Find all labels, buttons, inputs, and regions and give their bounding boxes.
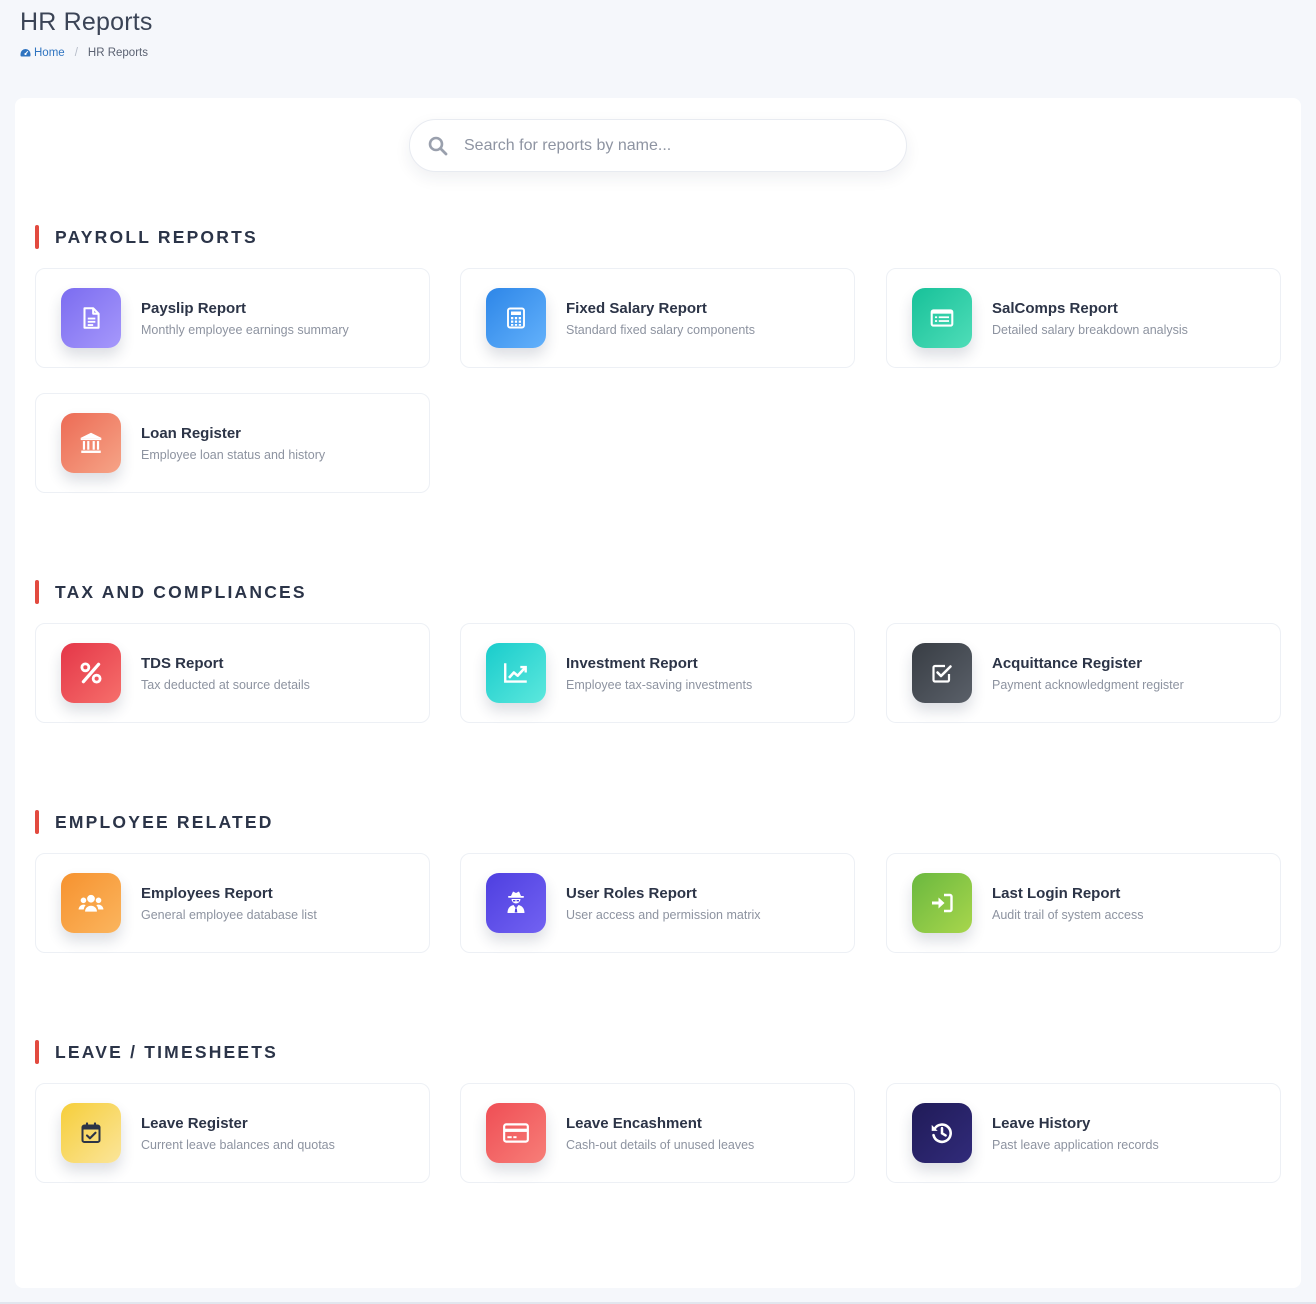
history-icon: [912, 1103, 972, 1163]
card-title: Payslip Report: [141, 299, 247, 317]
card-description: Detailed salary breakdown analysis: [992, 322, 1188, 337]
check-square-icon: [912, 643, 972, 703]
dashboard-icon: [20, 49, 31, 57]
card-text: TDS Report Tax deducted at source details: [141, 655, 310, 692]
page-header: HR Reports Home / HR Reports: [20, 8, 153, 59]
report-card-leave-register[interactable]: Leave Register Current leave balances and…: [35, 1083, 430, 1183]
section-leave-timesheets: LEAVE / TIMESHEETS Leave Register Current …: [35, 1040, 1281, 1183]
card-title: Investment Report: [566, 654, 698, 672]
search-input[interactable]: [464, 136, 864, 155]
card-title: Leave Register: [141, 1114, 248, 1132]
section-title: EMPLOYEE RELATED: [55, 811, 274, 832]
report-card-loan-register[interactable]: Loan Register Employee loan status and hi…: [35, 393, 430, 493]
card-description: Audit trail of system access: [992, 907, 1144, 922]
card-title: SalComps Report: [992, 299, 1118, 317]
report-card-leave-history[interactable]: Leave History Past leave application reco…: [886, 1083, 1281, 1183]
card-text: Last Login Report Audit trail of system a…: [992, 885, 1143, 922]
card-title: Last Login Report: [992, 884, 1121, 902]
card-description: Tax deducted at source details: [141, 677, 310, 692]
section-header: PAYROLL REPORTS: [35, 225, 1281, 249]
card-title: Leave History: [992, 1114, 1091, 1132]
chart-line-icon: [486, 643, 546, 703]
card-title: User Roles Report: [566, 884, 697, 902]
credit-card-icon: [486, 1103, 546, 1163]
user-secret-icon: [486, 873, 546, 933]
card-description: Cash-out details of unused leaves: [566, 1137, 755, 1152]
card-title: Acquittance Register: [992, 654, 1143, 672]
report-card-user-roles-report[interactable]: User Roles Report User access and permiss…: [460, 853, 855, 953]
section-payroll-reports: PAYROLL REPORTS Payslip Report Monthly emp…: [35, 225, 1281, 493]
card-text: User Roles Report User access and permiss…: [566, 885, 761, 922]
breadcrumb-home-link[interactable]: Home: [20, 47, 65, 59]
card-description: Past leave application records: [992, 1137, 1159, 1152]
search-icon: [428, 136, 448, 156]
section-header: LEAVE / TIMESHEETS: [35, 1040, 1281, 1064]
reports-panel: PAYROLL REPORTS Payslip Report Monthly emp…: [15, 98, 1301, 1288]
card-text: Leave Register Current leave balances and…: [141, 1115, 335, 1152]
report-card-salcomps-report[interactable]: SalComps Report Detailed salary breakdown…: [886, 268, 1281, 368]
section-title: PAYROLL REPORTS: [55, 226, 258, 247]
card-text: Leave Encashment Cash-out details of unus…: [566, 1115, 754, 1152]
section-employee-related: EMPLOYEE RELATED Employees Report General …: [35, 810, 1281, 953]
section-accent-bar: [35, 225, 39, 249]
section-title: LEAVE / TIMESHEETS: [55, 1041, 279, 1062]
card-text: Leave History Past leave application reco…: [992, 1115, 1159, 1152]
card-description: Employee loan status and history: [141, 447, 326, 462]
calculator-icon: [486, 288, 546, 348]
report-card-fixed-salary-report[interactable]: Fixed Salary Report Standard fixed salary…: [460, 268, 855, 368]
card-text: Acquittance Register Payment acknowledgme…: [992, 655, 1184, 692]
card-description: Standard fixed salary components: [566, 322, 755, 337]
breadcrumb: Home / HR Reports: [20, 47, 153, 59]
card-title: Employees Report: [141, 884, 273, 902]
report-card-payslip-report[interactable]: Payslip Report Monthly employee earnings …: [35, 268, 430, 368]
report-card-leave-encashment[interactable]: Leave Encashment Cash-out details of unus…: [460, 1083, 855, 1183]
report-card-investment-report[interactable]: Investment Report Employee tax-saving inv…: [460, 623, 855, 723]
calendar-check-icon: [61, 1103, 121, 1163]
file-icon: [61, 288, 121, 348]
card-description: Monthly employee earnings summary: [141, 322, 349, 337]
card-description: Payment acknowledgment register: [992, 677, 1184, 692]
bank-icon: [61, 413, 121, 473]
section-accent-bar: [35, 580, 39, 604]
card-title: TDS Report: [141, 654, 224, 672]
card-text: SalComps Report Detailed salary breakdown…: [992, 300, 1188, 337]
card-description: Employee tax-saving investments: [566, 677, 753, 692]
card-text: Fixed Salary Report Standard fixed salary…: [566, 300, 755, 337]
report-card-acquittance-register[interactable]: Acquittance Register Payment acknowledgme…: [886, 623, 1281, 723]
report-card-employees-report[interactable]: Employees Report General employee databas…: [35, 853, 430, 953]
card-text: Payslip Report Monthly employee earnings …: [141, 300, 349, 337]
card-description: Current leave balances and quotas: [141, 1137, 335, 1152]
page-title: HR Reports: [20, 8, 153, 36]
card-description: User access and permission matrix: [566, 907, 761, 922]
section-header: EMPLOYEE RELATED: [35, 810, 1281, 834]
card-text: Investment Report Employee tax-saving inv…: [566, 655, 752, 692]
users-icon: [61, 873, 121, 933]
report-card-last-login-report[interactable]: Last Login Report Audit trail of system a…: [886, 853, 1281, 953]
report-card-tds-report[interactable]: TDS Report Tax deducted at source details: [35, 623, 430, 723]
card-description: General employee database list: [141, 907, 317, 922]
card-title: Fixed Salary Report: [566, 299, 707, 317]
breadcrumb-home-label: Home: [34, 47, 65, 59]
card-text: Loan Register Employee loan status and hi…: [141, 425, 325, 462]
section-header: TAX AND COMPLIANCES: [35, 580, 1281, 604]
search-box[interactable]: [409, 119, 907, 172]
percent-icon: [61, 643, 121, 703]
sign-in-icon: [912, 873, 972, 933]
list-card-icon: [912, 288, 972, 348]
breadcrumb-separator: /: [74, 47, 78, 59]
card-title: Loan Register: [141, 424, 242, 442]
breadcrumb-current: HR Reports: [87, 47, 148, 59]
section-tax-and-compliances: TAX AND COMPLIANCES TDS Report Tax deducte…: [35, 580, 1281, 723]
section-accent-bar: [35, 810, 39, 834]
section-accent-bar: [35, 1040, 39, 1064]
section-title: TAX AND COMPLIANCES: [55, 581, 307, 602]
card-title: Leave Encashment: [566, 1114, 702, 1132]
card-text: Employees Report General employee databas…: [141, 885, 317, 922]
